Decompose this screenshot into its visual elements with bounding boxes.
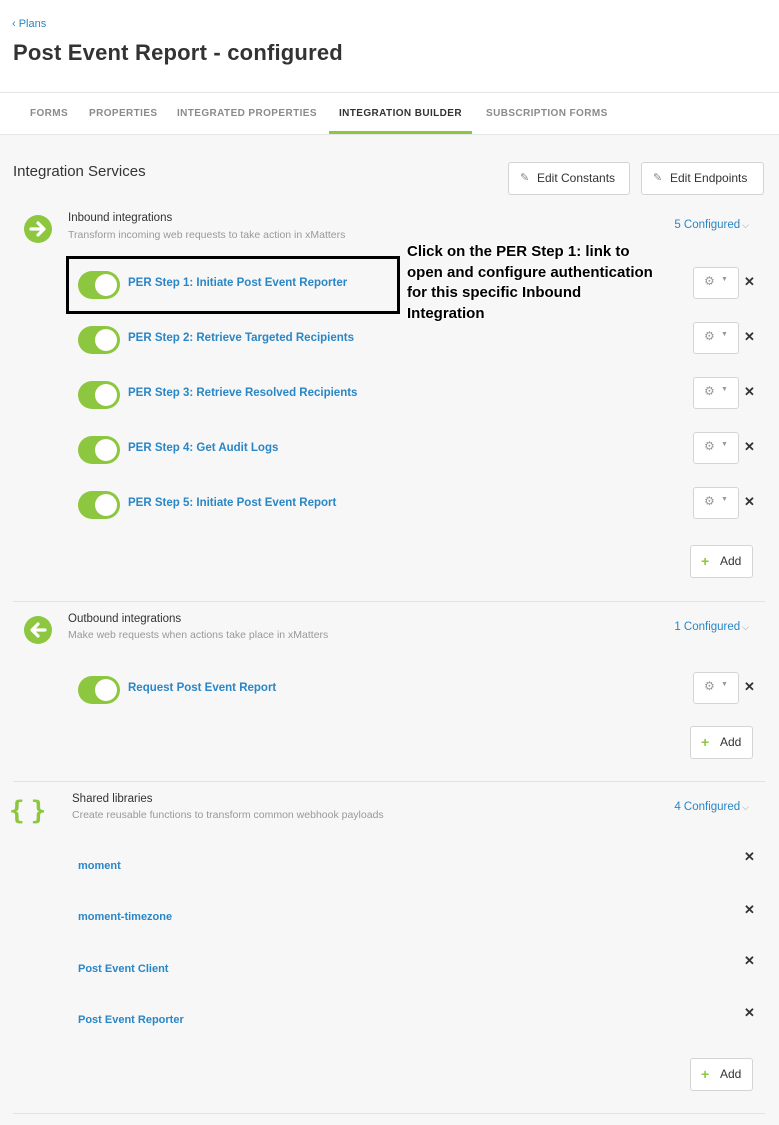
plus-icon: + bbox=[701, 553, 710, 569]
curly-braces-icon: {} bbox=[9, 796, 53, 826]
outbound-toggle[interactable] bbox=[78, 676, 120, 704]
close-icon[interactable]: ✕ bbox=[744, 384, 755, 400]
inbound-row: PER Step 3: Retrieve Resolved Recipients… bbox=[13, 376, 765, 416]
outbound-configured-count: 1 Configured bbox=[674, 621, 741, 633]
toggle-knob bbox=[95, 679, 117, 701]
inbound-add-label: Add bbox=[720, 554, 742, 568]
inbound-configured-dropdown[interactable]: 5 Configured ⌵ bbox=[674, 219, 749, 231]
caret-down-icon: ▼ bbox=[721, 331, 728, 338]
library-moment-link[interactable]: moment bbox=[78, 860, 121, 872]
back-to-plans-link[interactable]: ‹ Plans bbox=[12, 18, 46, 30]
close-icon[interactable]: ✕ bbox=[744, 902, 755, 918]
caret-down-icon: ▼ bbox=[721, 441, 728, 448]
toggle-knob bbox=[95, 439, 117, 461]
chevron-down-icon: ⌵ bbox=[742, 802, 749, 812]
gear-menu-button[interactable]: ⚙ ▼ bbox=[693, 672, 739, 704]
inbound-step-5-link[interactable]: PER Step 5: Initiate Post Event Report bbox=[128, 497, 336, 509]
edit-endpoints-button[interactable]: ✎ Edit Endpoints bbox=[641, 162, 764, 195]
tab-bar: FORMS PROPERTIES INTEGRATED PROPERTIES I… bbox=[0, 92, 779, 135]
gear-menu-button[interactable]: ⚙ ▼ bbox=[693, 267, 739, 299]
outbound-integrations-panel: Outbound integrations Make web requests … bbox=[13, 602, 765, 782]
gear-icon: ⚙ bbox=[704, 329, 715, 343]
outbound-row: Request Post Event Report ⚙ ▼ ✕ bbox=[13, 671, 765, 711]
plus-icon: + bbox=[701, 1066, 710, 1082]
gear-menu-button[interactable]: ⚙ ▼ bbox=[693, 432, 739, 464]
inbound-subtitle: Transform incoming web requests to take … bbox=[68, 229, 346, 241]
arrow-right-circle-icon bbox=[24, 215, 52, 243]
section-title: Integration Services bbox=[13, 163, 146, 180]
inbound-title: Inbound integrations bbox=[68, 212, 173, 224]
toggle-knob bbox=[95, 384, 117, 406]
inbound-toggle[interactable] bbox=[78, 491, 120, 519]
library-moment-timezone-link[interactable]: moment-timezone bbox=[78, 911, 172, 923]
gear-icon: ⚙ bbox=[704, 274, 715, 288]
shared-libraries-panel: Shared libraries Create reusable functio… bbox=[13, 782, 765, 1114]
libraries-configured-dropdown[interactable]: 4 Configured ⌵ bbox=[674, 801, 749, 813]
caret-down-icon: ▼ bbox=[721, 276, 728, 283]
gear-icon: ⚙ bbox=[704, 679, 715, 693]
libraries-configured-count: 4 Configured bbox=[674, 801, 741, 813]
libraries-add-label: Add bbox=[720, 1067, 742, 1081]
tab-integration-builder[interactable]: INTEGRATION BUILDER bbox=[329, 93, 472, 134]
gear-icon: ⚙ bbox=[704, 494, 715, 508]
annotation-callout: Click on the PER Step 1: link to open an… bbox=[407, 243, 653, 322]
outbound-request-link[interactable]: Request Post Event Report bbox=[128, 682, 276, 694]
highlight-box bbox=[66, 256, 400, 314]
inbound-row: PER Step 4: Get Audit Logs ⚙ ▼ ✕ bbox=[13, 431, 765, 471]
inbound-row: PER Step 5: Initiate Post Event Report ⚙… bbox=[13, 486, 765, 526]
inbound-configured-count: 5 Configured bbox=[674, 219, 741, 231]
edit-constants-label: Edit Constants bbox=[537, 171, 616, 185]
inbound-toggle[interactable] bbox=[78, 381, 120, 409]
gear-menu-button[interactable]: ⚙ ▼ bbox=[693, 322, 739, 354]
gear-menu-button[interactable]: ⚙ ▼ bbox=[693, 377, 739, 409]
inbound-toggle[interactable] bbox=[78, 326, 120, 354]
close-icon[interactable]: ✕ bbox=[744, 679, 755, 695]
inbound-row: PER Step 2: Retrieve Targeted Recipients… bbox=[13, 321, 765, 361]
inbound-add-button[interactable]: + Add bbox=[690, 545, 753, 578]
pencil-icon: ✎ bbox=[520, 172, 530, 184]
close-icon[interactable]: ✕ bbox=[744, 494, 755, 510]
close-icon[interactable]: ✕ bbox=[744, 1005, 755, 1021]
gear-icon: ⚙ bbox=[704, 384, 715, 398]
close-icon[interactable]: ✕ bbox=[744, 439, 755, 455]
pencil-icon: ✎ bbox=[653, 172, 663, 184]
caret-down-icon: ▼ bbox=[721, 386, 728, 393]
outbound-add-label: Add bbox=[720, 735, 742, 749]
tab-forms[interactable]: FORMS bbox=[30, 93, 68, 134]
close-icon[interactable]: ✕ bbox=[744, 329, 755, 345]
caret-down-icon: ▼ bbox=[721, 496, 728, 503]
close-icon[interactable]: ✕ bbox=[744, 953, 755, 969]
edit-constants-button[interactable]: ✎ Edit Constants bbox=[508, 162, 630, 195]
library-post-event-reporter-link[interactable]: Post Event Reporter bbox=[78, 1014, 184, 1026]
page-header: ‹ Plans Post Event Report - configured bbox=[0, 0, 779, 92]
outbound-add-button[interactable]: + Add bbox=[690, 726, 753, 759]
outbound-configured-dropdown[interactable]: 1 Configured ⌵ bbox=[674, 621, 749, 633]
inbound-step-3-link[interactable]: PER Step 3: Retrieve Resolved Recipients bbox=[128, 387, 357, 399]
page-title: Post Event Report - configured bbox=[13, 40, 343, 65]
gear-icon: ⚙ bbox=[704, 439, 715, 453]
libraries-title: Shared libraries bbox=[72, 793, 153, 805]
inbound-toggle[interactable] bbox=[78, 436, 120, 464]
close-icon[interactable]: ✕ bbox=[744, 274, 755, 290]
outbound-title: Outbound integrations bbox=[68, 613, 182, 625]
tab-properties[interactable]: PROPERTIES bbox=[89, 93, 157, 134]
chevron-down-icon: ⌵ bbox=[742, 622, 749, 632]
library-post-event-client-link[interactable]: Post Event Client bbox=[78, 963, 168, 975]
libraries-add-button[interactable]: + Add bbox=[690, 1058, 753, 1091]
edit-endpoints-label: Edit Endpoints bbox=[670, 171, 748, 185]
caret-down-icon: ▼ bbox=[721, 681, 728, 688]
tab-subscription-forms[interactable]: SUBSCRIPTION FORMS bbox=[486, 93, 608, 134]
arrow-left-circle-icon bbox=[24, 616, 52, 644]
toggle-knob bbox=[95, 494, 117, 516]
tab-integrated-properties[interactable]: INTEGRATED PROPERTIES bbox=[177, 93, 317, 134]
libraries-subtitle: Create reusable functions to transform c… bbox=[72, 809, 384, 821]
inbound-step-2-link[interactable]: PER Step 2: Retrieve Targeted Recipients bbox=[128, 332, 354, 344]
gear-menu-button[interactable]: ⚙ ▼ bbox=[693, 487, 739, 519]
outbound-subtitle: Make web requests when actions take plac… bbox=[68, 629, 329, 641]
chevron-down-icon: ⌵ bbox=[742, 220, 749, 230]
toggle-knob bbox=[95, 329, 117, 351]
inbound-step-4-link[interactable]: PER Step 4: Get Audit Logs bbox=[128, 442, 278, 454]
plus-icon: + bbox=[701, 734, 710, 750]
close-icon[interactable]: ✕ bbox=[744, 849, 755, 865]
